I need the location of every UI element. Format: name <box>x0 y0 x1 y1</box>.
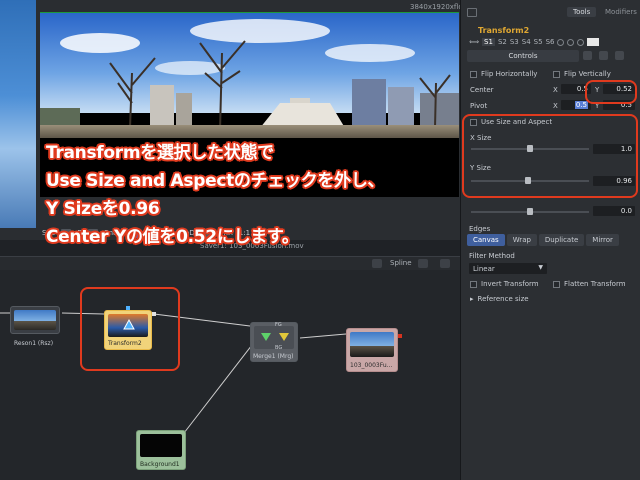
angle-field[interactable]: 0.0 <box>593 206 635 216</box>
instruction-line-2: Use Size and Aspectのチェックを外し、 <box>46 171 385 191</box>
reference-size-label: Reference size <box>477 295 529 303</box>
node-color-swatch[interactable] <box>587 38 600 46</box>
inspector-tabs: Tools Modifiers <box>461 6 640 20</box>
expand-arrow-icon[interactable]: ▸ <box>470 295 474 303</box>
reson-node-label: Reson1 (Rsz) <box>14 340 54 347</box>
center-y-callout <box>585 80 637 104</box>
tab-tools[interactable]: Tools <box>567 7 597 17</box>
flip-horizontally-label: Flip Horizontally <box>481 70 538 78</box>
tab-modifiers[interactable]: Modifiers <box>605 8 637 16</box>
flatten-transform-row[interactable]: Flatten Transform <box>553 280 626 288</box>
center-x-axis-label: X <box>553 86 558 94</box>
left-viewer-strip <box>0 0 36 240</box>
flatten-transform-checkbox[interactable] <box>553 280 560 288</box>
instruction-line-1: Transformを選択した状態で <box>46 143 274 163</box>
pin-icon[interactable]: ⟺ <box>469 38 479 46</box>
info-icon[interactable] <box>418 259 428 268</box>
lock-icon[interactable] <box>567 38 575 46</box>
size-section-callout <box>462 114 638 198</box>
pivot-x-axis-label: X <box>553 102 558 110</box>
spline-tab[interactable]: Spline <box>390 259 412 267</box>
flip-vertically-checkbox[interactable] <box>553 70 560 78</box>
node-thumbnail <box>140 434 182 457</box>
disable-icon[interactable] <box>557 38 565 46</box>
flow-options-icon[interactable] <box>372 259 382 268</box>
background-node[interactable]: Background1 <box>136 430 186 470</box>
settings-gear-icon[interactable] <box>599 51 608 60</box>
reference-size-row[interactable]: ▸ Reference size <box>470 295 529 303</box>
edges-canvas-button[interactable]: Canvas <box>467 234 505 246</box>
saver-node[interactable]: 103_0003Fu... <box>346 328 398 372</box>
flip-horizontally-row[interactable]: Flip Horizontally <box>470 70 537 78</box>
inspector-panel: Tools Modifiers Transform2 ⟺ S1 S2 S3 S4… <box>460 0 640 480</box>
merge-bg-label: BG <box>275 345 283 351</box>
angle-slider[interactable] <box>471 208 589 215</box>
invert-transform-label: Invert Transform <box>481 280 539 288</box>
edges-label: Edges <box>469 225 491 233</box>
angle-value: 0.0 <box>620 207 632 215</box>
saver-node-label: 103_0003Fu... <box>350 362 393 369</box>
invert-transform-checkbox[interactable] <box>470 280 477 288</box>
slot-s3[interactable]: S3 <box>510 38 519 46</box>
flatten-transform-label: Flatten Transform <box>564 280 626 288</box>
edges-selector: Canvas Wrap Duplicate Mirror <box>467 234 619 246</box>
filter-method-dropdown[interactable]: Linear ▼ <box>469 263 547 274</box>
slot-s4[interactable]: S4 <box>522 38 531 46</box>
slot-s2[interactable]: S2 <box>498 38 507 46</box>
flow-menu-icon[interactable] <box>440 259 450 268</box>
merge-node[interactable]: FG BG Merge1 (Mrg) <box>250 322 298 362</box>
pivot-x-value: 0.5 <box>574 101 588 109</box>
flow-toolbar: Spline <box>0 256 460 270</box>
background-node-label: Background1 <box>140 461 180 468</box>
slot-s1[interactable]: S1 <box>482 38 495 46</box>
center-label: Center <box>470 86 494 94</box>
angle-slider-knob[interactable] <box>527 208 533 215</box>
instruction-line-4: Center Yの値を0.52にします。 <box>46 227 299 247</box>
info-icon[interactable] <box>615 51 624 60</box>
merge-node-label: Merge1 (Mrg) <box>253 353 294 360</box>
version-slots: ⟺ S1 S2 S3 S4 S5 S6 <box>469 38 600 46</box>
invert-transform-row[interactable]: Invert Transform <box>470 280 539 288</box>
slot-s5[interactable]: S5 <box>534 38 543 46</box>
node-thumbnail <box>350 332 394 357</box>
node-flow[interactable]: Reson1 (Rsz) Transform2 FG BG Merge1 (Mr… <box>0 270 460 480</box>
controls-tab-header[interactable]: Controls <box>467 50 579 62</box>
flip-vertically-row[interactable]: Flip Vertically <box>553 70 611 78</box>
inspector-menu-icon[interactable] <box>467 8 477 17</box>
merge-fg-label: FG <box>275 322 282 328</box>
slot-s6[interactable]: S6 <box>546 38 555 46</box>
flow-connections <box>0 312 347 434</box>
transform-node-callout <box>80 287 180 371</box>
edges-duplicate-button[interactable]: Duplicate <box>538 234 585 246</box>
flip-vertically-label: Flip Vertically <box>564 70 611 78</box>
node-output-port[interactable] <box>398 334 402 338</box>
chevron-down-icon: ▼ <box>538 264 543 271</box>
node-thumbnail <box>14 310 56 330</box>
reson-node[interactable] <box>10 306 60 334</box>
flip-horizontally-checkbox[interactable] <box>470 70 477 78</box>
tool-name: Transform2 <box>478 26 530 35</box>
pivot-label: Pivot <box>470 102 488 110</box>
reset-icon[interactable] <box>577 38 585 46</box>
filter-method-value: Linear <box>473 264 495 273</box>
edges-wrap-button[interactable]: Wrap <box>506 234 537 246</box>
image-tab-icon[interactable] <box>583 51 592 60</box>
filter-method-label: Filter Method <box>469 252 515 260</box>
edges-mirror-button[interactable]: Mirror <box>586 234 619 246</box>
instruction-line-3: Y Sizeを0.96 <box>46 199 160 219</box>
